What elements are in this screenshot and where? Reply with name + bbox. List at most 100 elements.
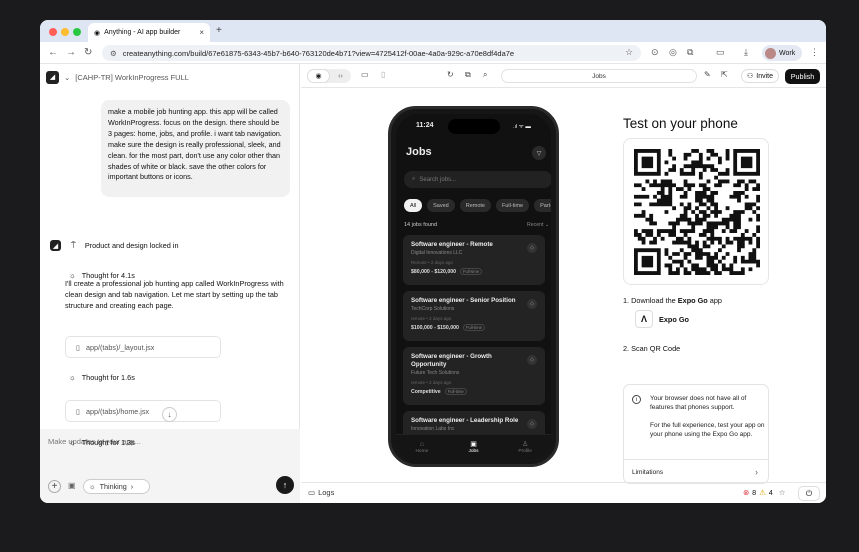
assistant-logo-icon: ◢ — [50, 240, 61, 251]
job-card[interactable]: Software engineer - Remote Digital Innov… — [403, 235, 545, 285]
preview-toolbar: ◉ ‹› ▭ ▯ ↻ ⧉ ⌕ Jobs ✎ ⇱ ⚇ Invite Publish — [301, 64, 826, 88]
extension-icon[interactable]: ⊙ — [651, 47, 659, 58]
job-salary: $80,000 - $120,000 — [411, 268, 456, 275]
new-tab-button[interactable]: + — [216, 25, 222, 36]
maximize-window-dot[interactable] — [73, 28, 81, 36]
job-card[interactable]: Software engineer - Growth Opportunity F… — [403, 347, 545, 405]
step-download: 1. Download the Expo Go app — [623, 296, 722, 305]
site-info-icon[interactable]: ⚙ — [110, 49, 117, 58]
minimize-window-dot[interactable] — [61, 28, 69, 36]
chip-all[interactable]: All — [404, 199, 423, 212]
add-icon[interactable]: + — [48, 480, 61, 493]
search-icon[interactable]: ⌕ — [483, 70, 487, 80]
bookmark-icon[interactable]: ◇ — [527, 419, 537, 429]
expo-label: Expo Go — [659, 314, 689, 324]
dynamic-island — [448, 119, 500, 134]
bookmark-icon[interactable]: ◇ — [527, 243, 537, 253]
job-salary-row: Competitive Full-time — [411, 388, 537, 395]
job-card[interactable]: Software engineer - Senior Position Tech… — [403, 291, 545, 341]
reading-list-icon[interactable]: ▭ — [716, 47, 725, 58]
thought-row-2[interactable]: ☼ Thought for 1.6s — [69, 373, 135, 382]
logs-button[interactable]: ▭ Logs — [308, 488, 334, 497]
file-chip-home[interactable]: ▯ app/(tabs)/home.jsx — [65, 400, 221, 422]
job-type-badge: Full-time — [460, 268, 483, 275]
mode-selector[interactable]: ☼ Thinking › — [83, 479, 150, 494]
more-menu-icon[interactable]: ⋮ — [810, 47, 819, 58]
chip-saved[interactable]: Saved — [427, 199, 455, 212]
limitations-label: Limitations — [632, 468, 664, 476]
briefcase-icon: ▣ — [470, 441, 477, 448]
project-header[interactable]: ◢ ⌄ [CAHP-TR] WorkInProgress FULL — [46, 70, 189, 84]
qr-code-image — [634, 149, 760, 275]
file-chip-layout[interactable]: ▯ app/(tabs)/_layout.jsx — [65, 336, 221, 358]
extension-3-icon[interactable]: ⧉ — [687, 47, 693, 58]
publish-button[interactable]: Publish — [785, 69, 820, 84]
star-icon: ☆ — [778, 488, 786, 497]
chip-part-time[interactable]: Part-time — [534, 199, 551, 212]
job-type-badge: Full-time — [444, 388, 467, 395]
preview-panel: ◉ ‹› ▭ ▯ ↻ ⧉ ⌕ Jobs ✎ ⇱ ⚇ Invite Publish… — [301, 64, 826, 503]
forward-icon[interactable]: → — [66, 47, 76, 58]
send-button[interactable]: ↑ — [276, 476, 294, 494]
phone-frame: 11:24 .ıl ᯤ ▬ Jobs ▽ ⌕ Search jobs... Al… — [388, 106, 559, 467]
power-button[interactable]: ⏻ — [798, 486, 820, 501]
user-message: make a mobile job hunting app. this app … — [101, 100, 290, 197]
expo-go-link[interactable]: Λ Expo Go — [635, 310, 689, 328]
profile-button[interactable]: Work — [762, 45, 802, 61]
url-field[interactable]: ⚙ createanything.com/build/67e61875-6343… — [102, 45, 641, 61]
clock: 11:24 — [416, 122, 434, 129]
tab-jobs[interactable]: ▣ Jobs — [448, 435, 500, 459]
invite-button[interactable]: ⚇ Invite — [741, 69, 779, 83]
error-icon: ⊗ — [743, 488, 750, 497]
thought-row-3[interactable]: ☼ Thought for 1.3s — [69, 438, 135, 447]
back-icon[interactable]: ← — [48, 47, 58, 58]
close-window-dot[interactable] — [49, 28, 57, 36]
job-salary: Competitive — [411, 388, 441, 395]
open-external-icon[interactable]: ⇱ — [721, 70, 728, 79]
job-salary: $100,000 - $150,000 — [411, 324, 459, 331]
image-icon[interactable]: ▣ — [68, 481, 76, 490]
job-salary-row: $100,000 - $150,000 Full-time — [411, 324, 537, 331]
status-footer: ▭ Logs ⊗ 8 ⚠ 4 ☆ ⏻ — [301, 482, 826, 503]
reload-icon[interactable]: ↻ — [84, 47, 92, 58]
tab-profile[interactable]: ♙ Profile — [499, 435, 551, 459]
tab-home[interactable]: ⌂ Home — [396, 435, 448, 459]
code-icon[interactable]: ‹› — [330, 69, 351, 83]
download-icon[interactable]: ⤓ — [744, 47, 748, 58]
tab-label: Profile — [518, 449, 532, 454]
scroll-down-button[interactable]: ↓ — [162, 407, 177, 422]
edit-icon[interactable]: ✎ — [704, 70, 711, 79]
search-placeholder: Search jobs... — [419, 176, 457, 183]
sort-dropdown[interactable]: Recent ⌄ — [527, 222, 549, 228]
assistant-reply: I'll create a professional job hunting a… — [65, 279, 284, 310]
bookmark-star-icon[interactable]: ☆ — [625, 47, 633, 58]
mobile-icon[interactable]: ▯ — [381, 70, 385, 79]
eye-icon[interactable]: ◉ — [307, 69, 330, 83]
bookmark-icon[interactable]: ◇ — [527, 299, 537, 309]
job-company: Future Tech Solutions — [411, 370, 460, 376]
browser-tab-active[interactable]: ◉ Anything - AI app builder × — [88, 23, 210, 42]
tab-close-icon[interactable]: × — [199, 28, 204, 37]
route-field[interactable]: Jobs — [501, 69, 697, 83]
extension-2-icon[interactable]: ◎ — [669, 47, 677, 58]
chip-remote[interactable]: Remote — [459, 199, 491, 212]
browser-limitations-card: i Your browser does not have all of feat… — [623, 384, 769, 484]
step-app-name: Expo Go — [677, 296, 708, 305]
limitations-row[interactable]: Limitations › — [624, 459, 768, 484]
step-scan: 2. Scan QR Code — [623, 344, 681, 353]
job-search-input[interactable]: ⌕ Search jobs... — [404, 171, 551, 188]
phone-screen: 11:24 .ıl ᯤ ▬ Jobs ▽ ⌕ Search jobs... Al… — [396, 114, 551, 459]
filter-icon[interactable]: ▽ — [532, 146, 546, 160]
diagnostics[interactable]: ⊗ 8 ⚠ 4 ☆ — [743, 488, 785, 497]
chip-full-time[interactable]: Full-time — [496, 199, 530, 212]
job-type-badge: Full-time — [462, 324, 485, 331]
job-title: Software engineer - Remote — [411, 241, 493, 248]
job-company: Innovation Labs Inc — [411, 426, 455, 432]
refresh-icon[interactable]: ↻ — [447, 70, 454, 79]
logs-label: Logs — [318, 488, 335, 497]
desktop-icon[interactable]: ▭ — [361, 70, 369, 79]
bookmark-icon[interactable]: ◇ — [527, 355, 537, 365]
tab-title: Anything - AI app builder — [104, 29, 181, 36]
job-title: Software engineer - Leadership Role — [411, 417, 519, 424]
copy-icon[interactable]: ⧉ — [465, 70, 471, 80]
